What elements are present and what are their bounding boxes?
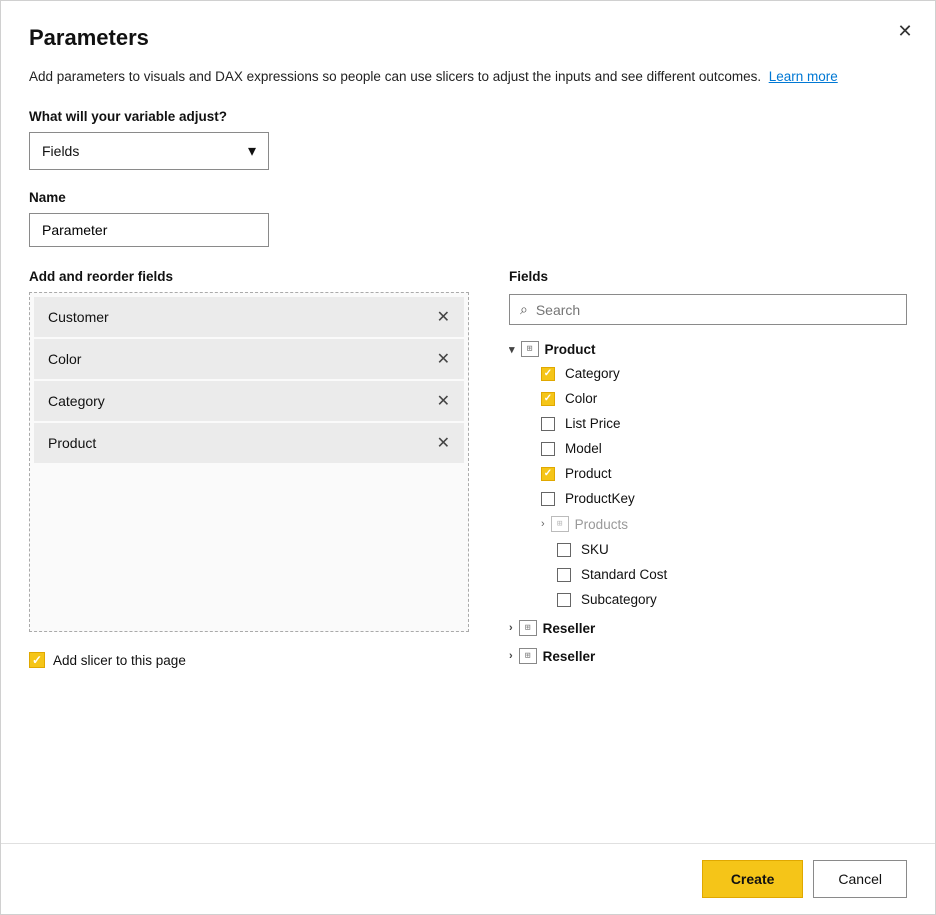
field-list-item: Customer ✕ — [34, 297, 464, 337]
tree-group-name: Reseller — [543, 621, 596, 636]
item-checkbox[interactable] — [557, 543, 571, 557]
item-checkbox[interactable] — [557, 568, 571, 582]
tree-group: › ⊞ Reseller — [509, 616, 903, 640]
chevron-down-icon: ▾ — [248, 141, 256, 161]
item-checkbox[interactable] — [541, 467, 555, 481]
add-slicer-checkbox[interactable]: ✓ — [29, 652, 45, 668]
field-remove-button[interactable]: ✕ — [437, 349, 450, 369]
chevron-down-icon: › — [509, 622, 513, 634]
tree-item[interactable]: Category — [509, 361, 903, 386]
check-icon: ✓ — [32, 653, 42, 667]
tree-group-header[interactable]: › ⊞ Reseller — [509, 616, 903, 640]
tree-item-label: Standard Cost — [581, 567, 667, 582]
dialog-footer: Create Cancel — [1, 843, 935, 914]
two-column-layout: Add and reorder fields Customer ✕Color ✕… — [29, 269, 907, 672]
table-icon: ⊞ — [521, 341, 539, 357]
tree-item[interactable]: Product — [509, 461, 903, 486]
table-icon: ⊞ — [551, 516, 569, 532]
tree-item[interactable]: SKU — [509, 537, 903, 562]
fields-tree: ▾ ⊞ Product Category Color List Price Mo… — [509, 337, 907, 672]
tree-group: › ⊞ Reseller — [509, 644, 903, 668]
cancel-button[interactable]: Cancel — [813, 860, 907, 898]
field-remove-button[interactable]: ✕ — [437, 433, 450, 453]
close-icon: ✕ — [897, 21, 912, 42]
name-label: Name — [29, 190, 907, 205]
learn-more-link[interactable]: Learn more — [769, 69, 838, 84]
add-fields-label: Add and reorder fields — [29, 269, 469, 284]
item-checkbox[interactable] — [541, 392, 555, 406]
field-list-item: Product ✕ — [34, 423, 464, 463]
chevron-right-icon: › — [509, 650, 513, 662]
field-list-item: Color ✕ — [34, 339, 464, 379]
tree-item[interactable]: ProductKey — [509, 486, 903, 511]
subgroup-name: Products — [575, 517, 628, 532]
tree-item[interactable]: Model — [509, 436, 903, 461]
dialog-title: Parameters — [29, 25, 907, 51]
tree-item-label: ProductKey — [565, 491, 635, 506]
tree-item[interactable]: Subcategory — [509, 587, 903, 612]
field-name: Color — [48, 351, 81, 367]
chevron-right-icon: › — [541, 518, 545, 530]
tree-group-header[interactable]: › ⊞ Reseller — [509, 644, 903, 668]
item-checkbox[interactable] — [541, 442, 555, 456]
tree-group-name: Product — [545, 342, 596, 357]
tree-subgroup-header[interactable]: › ⊞ Products — [509, 511, 903, 537]
table-icon: ⊞ — [519, 648, 537, 664]
tree-item-label: Subcategory — [581, 592, 657, 607]
left-column: Add and reorder fields Customer ✕Color ✕… — [29, 269, 469, 668]
tree-item-label: List Price — [565, 416, 621, 431]
right-column: Fields ⌕ ▾ ⊞ Product Category Color List… — [509, 269, 907, 672]
tree-item-label: Category — [565, 366, 620, 381]
tree-item-label: Color — [565, 391, 597, 406]
tree-item[interactable]: Color — [509, 386, 903, 411]
add-slicer-row: ✓ Add slicer to this page — [29, 652, 469, 668]
variable-label: What will your variable adjust? — [29, 109, 907, 124]
field-name: Product — [48, 435, 96, 451]
dialog-description: Add parameters to visuals and DAX expres… — [29, 67, 907, 87]
item-checkbox[interactable] — [541, 492, 555, 506]
chevron-down-icon: ▾ — [509, 343, 515, 356]
item-checkbox[interactable] — [541, 417, 555, 431]
field-name: Category — [48, 393, 105, 409]
tree-item-label: SKU — [581, 542, 609, 557]
tree-item-label: Model — [565, 441, 602, 456]
fields-panel-title: Fields — [509, 269, 907, 284]
field-name: Customer — [48, 309, 109, 325]
item-checkbox[interactable] — [557, 593, 571, 607]
create-button[interactable]: Create — [702, 860, 804, 898]
name-input[interactable] — [29, 213, 269, 247]
tree-item[interactable]: List Price — [509, 411, 903, 436]
tree-item-label: Product — [565, 466, 612, 481]
field-remove-button[interactable]: ✕ — [437, 307, 450, 327]
item-checkbox[interactable] — [541, 367, 555, 381]
dropdown-value: Fields — [42, 143, 79, 159]
add-slicer-label: Add slicer to this page — [53, 653, 186, 668]
search-icon: ⌕ — [520, 301, 528, 318]
close-button[interactable]: ✕ — [891, 17, 919, 45]
tree-group: ▾ ⊞ Product Category Color List Price Mo… — [509, 337, 903, 612]
fields-list-container: Customer ✕Color ✕Category ✕Product ✕ — [29, 292, 469, 632]
field-list-item: Category ✕ — [34, 381, 464, 421]
variable-dropdown[interactable]: Fields ▾ — [29, 132, 269, 170]
tree-group-header[interactable]: ▾ ⊞ Product — [509, 337, 903, 361]
search-input[interactable] — [536, 302, 896, 318]
field-remove-button[interactable]: ✕ — [437, 391, 450, 411]
tree-group-name: Reseller — [543, 649, 596, 664]
search-box: ⌕ — [509, 294, 907, 325]
table-icon: ⊞ — [519, 620, 537, 636]
tree-item[interactable]: Standard Cost — [509, 562, 903, 587]
parameters-dialog: ✕ Parameters Add parameters to visuals a… — [0, 0, 936, 915]
